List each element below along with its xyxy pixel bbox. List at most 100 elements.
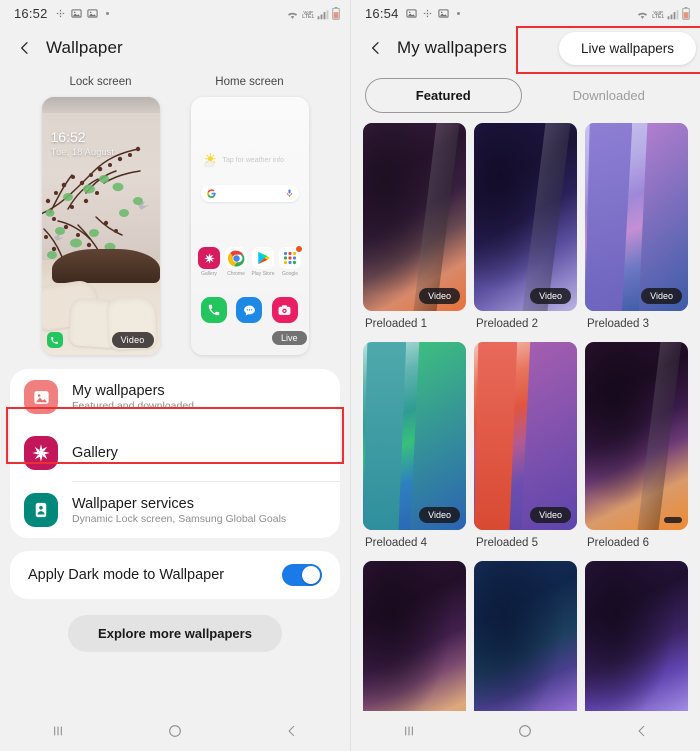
home-screen-artwork: Tap for weather info Gallery Chrome Play… (190, 97, 309, 355)
wallpaper-thumbnail[interactable]: Video (363, 123, 466, 311)
explore-more-wallpapers-button[interactable]: Explore more wallpapers (68, 615, 282, 652)
wallpaper-item[interactable]: Preloaded 6 (585, 342, 688, 555)
lock-screen-artwork: 16:52 Tue, 18 August Video (41, 97, 160, 355)
home-dock (197, 297, 303, 323)
explore-button-wrap: Explore more wallpapers (0, 615, 350, 652)
wallpaper-caption: Preloaded 1 (365, 318, 428, 330)
wallpaper-caption: Preloaded 4 (365, 537, 428, 549)
status-time: 16:52 (14, 5, 48, 21)
toggle-knob (302, 566, 320, 584)
recents-icon[interactable] (38, 716, 78, 746)
wallpaper-item[interactable]: Video Preloaded 4 (363, 342, 466, 555)
list-item-text: My wallpapers Featured and downloaded (72, 383, 194, 412)
wallpaper-grid: Video Preloaded 1 Video Preloaded 2 Vide… (351, 123, 700, 751)
home-icon[interactable] (505, 716, 545, 746)
wallpaper-tabs: Featured Downloaded (351, 70, 700, 123)
weather-widget: Tap for weather info (203, 153, 284, 167)
wallpaper-thumbnail[interactable] (585, 342, 688, 530)
home-app-label: Play Store (251, 271, 275, 277)
tab-featured[interactable]: Featured (365, 78, 522, 113)
back-icon[interactable] (363, 35, 389, 61)
wallpaper-thumbnail[interactable]: Video (585, 123, 688, 311)
phone-icon[interactable] (201, 297, 228, 323)
wallpaper-caption: Preloaded 6 (587, 537, 650, 549)
page-title: Wallpaper (46, 38, 123, 57)
google-search-bar[interactable] (200, 185, 299, 202)
home-screen-preview[interactable]: Home screen Tap for weather info Gallery… (189, 76, 311, 355)
video-badge (664, 517, 682, 523)
home-app-chrome[interactable]: Chrome (224, 247, 249, 277)
status-bar-right: 16:54 VoIP LTE1 (351, 0, 700, 26)
lock-screen-preview[interactable]: Lock screen 16:52 Tue, 18 August Video (40, 76, 162, 355)
motion-photo-icon (55, 8, 65, 18)
wifi-icon (288, 12, 298, 19)
google-folder-icon (279, 245, 303, 269)
list-item-subtitle: Featured and downloaded (72, 399, 195, 412)
gallery-icon (70, 8, 82, 18)
recents-icon[interactable] (389, 716, 429, 746)
wallpaper-item[interactable]: Video Preloaded 3 (585, 123, 688, 336)
status-time: 16:54 (365, 5, 399, 21)
list-item-gallery[interactable]: Gallery (10, 425, 340, 481)
video-badge: Video (111, 332, 154, 348)
dark-mode-row[interactable]: Apply Dark mode to Wallpaper (10, 551, 340, 599)
wallpaper-item[interactable]: Video Preloaded 5 (474, 342, 577, 555)
home-app-google-folder[interactable]: Google (278, 245, 303, 277)
dark-mode-toggle[interactable] (282, 564, 322, 586)
left-phone-screen: 16:52 VoIP LTE1 Wallpaper Lock screen 16… (0, 0, 350, 751)
volte-icon: VoIP LTE1 (652, 9, 664, 20)
volte-icon: VoIP LTE1 (302, 9, 314, 20)
nav-bar-left (0, 711, 350, 751)
gallery-icon (198, 247, 220, 269)
back-icon[interactable] (622, 716, 662, 746)
home-icon[interactable] (155, 716, 195, 746)
wallpaper-source-list: My wallpapers Featured and downloaded Ga… (10, 369, 340, 538)
notification-badge (295, 245, 303, 253)
home-screen-thumbnail[interactable]: Tap for weather info Gallery Chrome Play… (190, 97, 309, 355)
image-icon (24, 380, 58, 414)
back-icon[interactable] (272, 716, 312, 746)
home-app-playstore[interactable]: Play Store (251, 247, 276, 277)
play-store-icon (252, 247, 274, 269)
wallpaper-item[interactable]: Video Preloaded 2 (474, 123, 577, 336)
list-item-title: Gallery (72, 445, 118, 461)
video-badge: Video (530, 507, 571, 523)
list-item-wallpaper-services[interactable]: Wallpaper services Dynamic Lock screen, … (10, 482, 340, 538)
battery-icon (332, 6, 340, 20)
home-app-label: Gallery (201, 271, 217, 277)
list-item-my-wallpapers[interactable]: My wallpapers Featured and downloaded (10, 369, 340, 425)
services-icon (24, 493, 58, 527)
tab-downloaded[interactable]: Downloaded (532, 79, 687, 112)
wallpaper-thumbnail[interactable]: Video (363, 342, 466, 530)
status-bar-left: 16:52 VoIP LTE1 (0, 0, 350, 26)
app-bar-right: My wallpapers Live wallpapers (351, 26, 700, 70)
list-item-subtitle: Dynamic Lock screen, Samsung Global Goal… (72, 512, 287, 525)
status-left-icons (405, 8, 460, 19)
live-badge: Live (271, 331, 307, 345)
live-wallpapers-button[interactable]: Live wallpapers (558, 32, 696, 65)
wifi-icon (638, 12, 648, 19)
wallpaper-thumbnail[interactable]: Video (474, 342, 577, 530)
home-app-gallery[interactable]: Gallery (197, 247, 222, 277)
app-bar-left: Wallpaper (0, 26, 350, 70)
wallpaper-thumbnail[interactable]: Video (474, 123, 577, 311)
status-right-icons: VoIP LTE1 (636, 6, 690, 20)
dark-mode-label: Apply Dark mode to Wallpaper (28, 567, 225, 583)
wallpaper-item[interactable]: Video Preloaded 1 (363, 123, 466, 336)
home-app-grid: Gallery Chrome Play Store Google (197, 245, 303, 277)
lock-screen-label: Lock screen (69, 76, 132, 88)
camera-icon[interactable] (271, 297, 298, 323)
messages-icon[interactable] (236, 297, 263, 323)
lock-screen-date: Tue, 18 August (50, 147, 115, 158)
sun-cloud-icon (203, 153, 216, 167)
status-left-icons (55, 8, 109, 19)
gallery-icon (86, 8, 98, 18)
back-icon[interactable] (12, 35, 38, 61)
list-item-text: Gallery (72, 445, 118, 461)
video-badge: Video (530, 288, 571, 304)
battery-icon (682, 6, 690, 20)
weather-text: Tap for weather info (222, 156, 284, 164)
page-title: My wallpapers (397, 38, 507, 57)
lock-screen-thumbnail[interactable]: 16:52 Tue, 18 August Video (41, 97, 160, 355)
wallpaper-caption: Preloaded 2 (476, 318, 539, 330)
